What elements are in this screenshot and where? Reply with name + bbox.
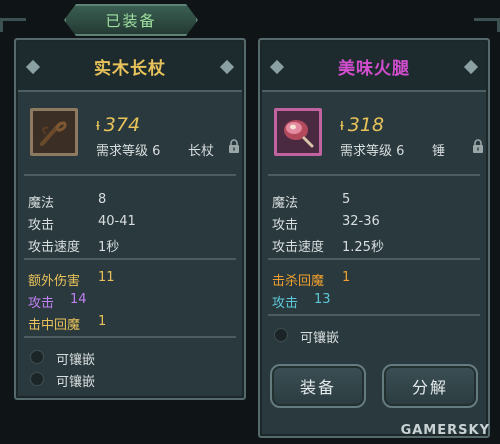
socket-icon[interactable] <box>30 372 44 386</box>
level-requirement: 需求等级 6 <box>340 144 405 159</box>
divider <box>24 174 236 176</box>
stat-label: 攻击 <box>28 218 55 233</box>
power-icon: ᵼ <box>96 115 100 135</box>
bonus-value: 1 <box>98 314 107 329</box>
stat-value: 40-41 <box>98 214 136 229</box>
item-power: ᵼ 374 <box>96 114 140 136</box>
bonus-value: 11 <box>98 270 115 285</box>
bonus-label: 攻击 <box>28 296 55 311</box>
power-value: 318 <box>347 114 385 136</box>
stat-value: 32-36 <box>342 214 380 229</box>
stat-value: 8 <box>98 192 107 207</box>
item-header: 美味火腿 <box>262 42 486 92</box>
equip-button[interactable]: 装备 <box>270 364 366 408</box>
item-header: 实木长杖 <box>18 42 242 92</box>
level-requirement: 需求等级 6 <box>96 144 161 159</box>
lock-icon[interactable] <box>472 138 484 154</box>
divider <box>268 258 480 260</box>
stat-value: 1秒 <box>98 240 120 255</box>
power-value: 374 <box>103 114 141 136</box>
stat-label: 魔法 <box>28 196 55 211</box>
item-name: 美味火腿 <box>338 58 410 79</box>
stat-label: 攻击速度 <box>28 240 81 255</box>
socket-icon[interactable] <box>30 350 44 364</box>
power-icon: ᵼ <box>340 115 344 135</box>
watermark: GAMERSKY <box>400 423 490 438</box>
bonus-value: 1 <box>342 270 351 285</box>
equipped-tab[interactable]: 已装备 <box>64 4 198 36</box>
lock-icon[interactable] <box>228 138 240 154</box>
ornament-icon <box>269 59 285 75</box>
weapon-type: 锤 <box>432 144 446 159</box>
frame-corner-left <box>0 18 26 32</box>
ham-icon[interactable] <box>274 108 322 156</box>
stat-label: 魔法 <box>272 196 299 211</box>
bonus-label: 额外伤害 <box>28 274 81 289</box>
item-name: 实木长杖 <box>94 58 166 79</box>
bonus-value: 13 <box>314 292 331 307</box>
bonus-label: 攻击 <box>272 296 299 311</box>
socket-label: 可镶嵌 <box>56 353 96 368</box>
stat-value: 1.25秒 <box>342 240 384 255</box>
divider <box>24 258 236 260</box>
socket-label: 可镶嵌 <box>56 375 96 390</box>
divider <box>268 314 480 316</box>
socket-icon[interactable] <box>274 328 288 342</box>
ornament-icon <box>25 59 41 75</box>
divider <box>24 336 236 338</box>
ornament-icon <box>463 59 479 75</box>
frame-corner-right <box>474 18 500 32</box>
compare-item-card: 美味火腿 ᵼ 318 需求等级 6 锤 魔法 5 攻击 32-36 攻击速度 1… <box>258 38 490 438</box>
bonus-label: 击杀回魔 <box>272 274 325 289</box>
bonus-value: 14 <box>70 292 87 307</box>
staff-icon[interactable] <box>30 108 78 156</box>
bonus-label: 击中回魔 <box>28 318 81 333</box>
item-power: ᵼ 318 <box>340 114 384 136</box>
weapon-type: 长杖 <box>188 144 215 159</box>
stat-label: 攻击 <box>272 218 299 233</box>
stat-label: 攻击速度 <box>272 240 325 255</box>
equipped-item-card: 实木长杖 ᵼ 374 需求等级 6 长杖 魔法 8 攻击 40-41 攻击速度 … <box>14 38 246 400</box>
ornament-icon <box>219 59 235 75</box>
stat-value: 5 <box>342 192 351 207</box>
socket-label: 可镶嵌 <box>300 331 340 346</box>
divider <box>268 174 480 176</box>
disassemble-button[interactable]: 分解 <box>382 364 478 408</box>
